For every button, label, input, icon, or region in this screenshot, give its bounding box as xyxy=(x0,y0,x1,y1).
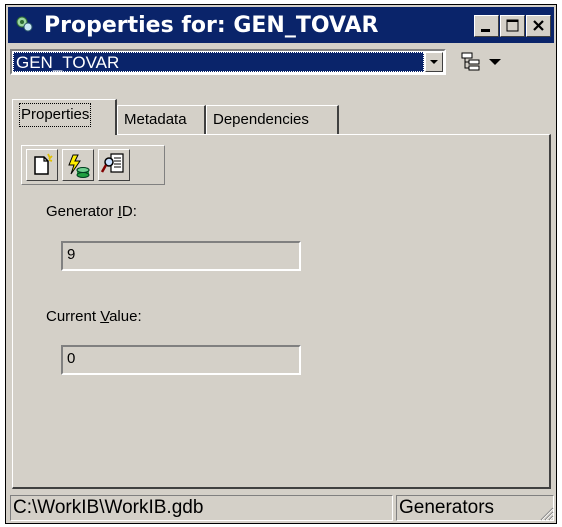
tab-dependencies-label: Dependencies xyxy=(213,111,309,128)
current-value-label-key: V xyxy=(100,308,110,325)
chevron-down-icon xyxy=(430,60,438,64)
tab-metadata[interactable]: Metadata xyxy=(117,105,206,134)
maximize-button[interactable] xyxy=(500,15,525,37)
object-combobox-value: GEN_TOVAR xyxy=(13,52,424,72)
current-value-label-post: alue: xyxy=(109,308,142,325)
generator-id-label: Generator ID: xyxy=(46,203,137,220)
tree-view-button[interactable] xyxy=(460,51,482,73)
tab-metadata-label: Metadata xyxy=(124,111,187,128)
view-dropdown-button[interactable] xyxy=(488,55,502,69)
title-bar[interactable]: Properties for: GEN_TOVAR xyxy=(8,7,554,43)
minimize-button[interactable] xyxy=(474,15,499,37)
generator-id-label-post: D: xyxy=(121,203,137,220)
properties-toolbar xyxy=(21,145,165,185)
execute-database-icon xyxy=(68,154,90,178)
object-combobox[interactable]: GEN_TOVAR xyxy=(10,49,446,75)
current-value-field[interactable]: 0 xyxy=(61,345,301,375)
tab-properties[interactable]: Properties xyxy=(12,99,117,135)
tab-strip: Properties Metadata Dependencies xyxy=(12,97,552,135)
object-selector-row: GEN_TOVAR xyxy=(10,49,550,79)
current-value-label: Current Value: xyxy=(46,308,142,325)
window-title: Properties for: GEN_TOVAR xyxy=(44,12,379,38)
resize-grip-icon[interactable] xyxy=(538,505,554,521)
tree-icon xyxy=(461,52,480,71)
status-database-path: C:\WorkIB\WorkIB.gdb xyxy=(10,495,393,521)
status-object-category: Generators xyxy=(396,495,554,521)
dropdown-arrow-icon xyxy=(489,59,501,65)
minimize-icon xyxy=(481,29,490,32)
new-button[interactable] xyxy=(26,149,58,181)
new-document-icon xyxy=(34,153,53,175)
close-icon xyxy=(533,20,544,31)
close-button[interactable] xyxy=(526,15,551,37)
tab-dependencies[interactable]: Dependencies xyxy=(206,105,339,134)
properties-panel: Generator ID: 9 Current Value: 0 xyxy=(12,134,551,489)
generator-id-field[interactable]: 9 xyxy=(61,241,301,271)
maximize-icon xyxy=(506,19,519,32)
current-value-label-pre: Current xyxy=(46,308,101,325)
generator-id-label-pre: Generator xyxy=(46,203,118,220)
combobox-dropdown-button[interactable] xyxy=(425,52,443,72)
execute-button[interactable] xyxy=(62,149,94,181)
properties-window: Properties for: GEN_TOVAR GEN_TOVAR Prop… xyxy=(5,4,557,524)
find-button[interactable] xyxy=(98,149,130,181)
status-bar: C:\WorkIB\WorkIB.gdb Generators xyxy=(10,495,554,521)
generator-app-icon xyxy=(14,14,36,36)
search-document-icon xyxy=(100,153,124,173)
tab-properties-label: Properties xyxy=(19,103,92,127)
